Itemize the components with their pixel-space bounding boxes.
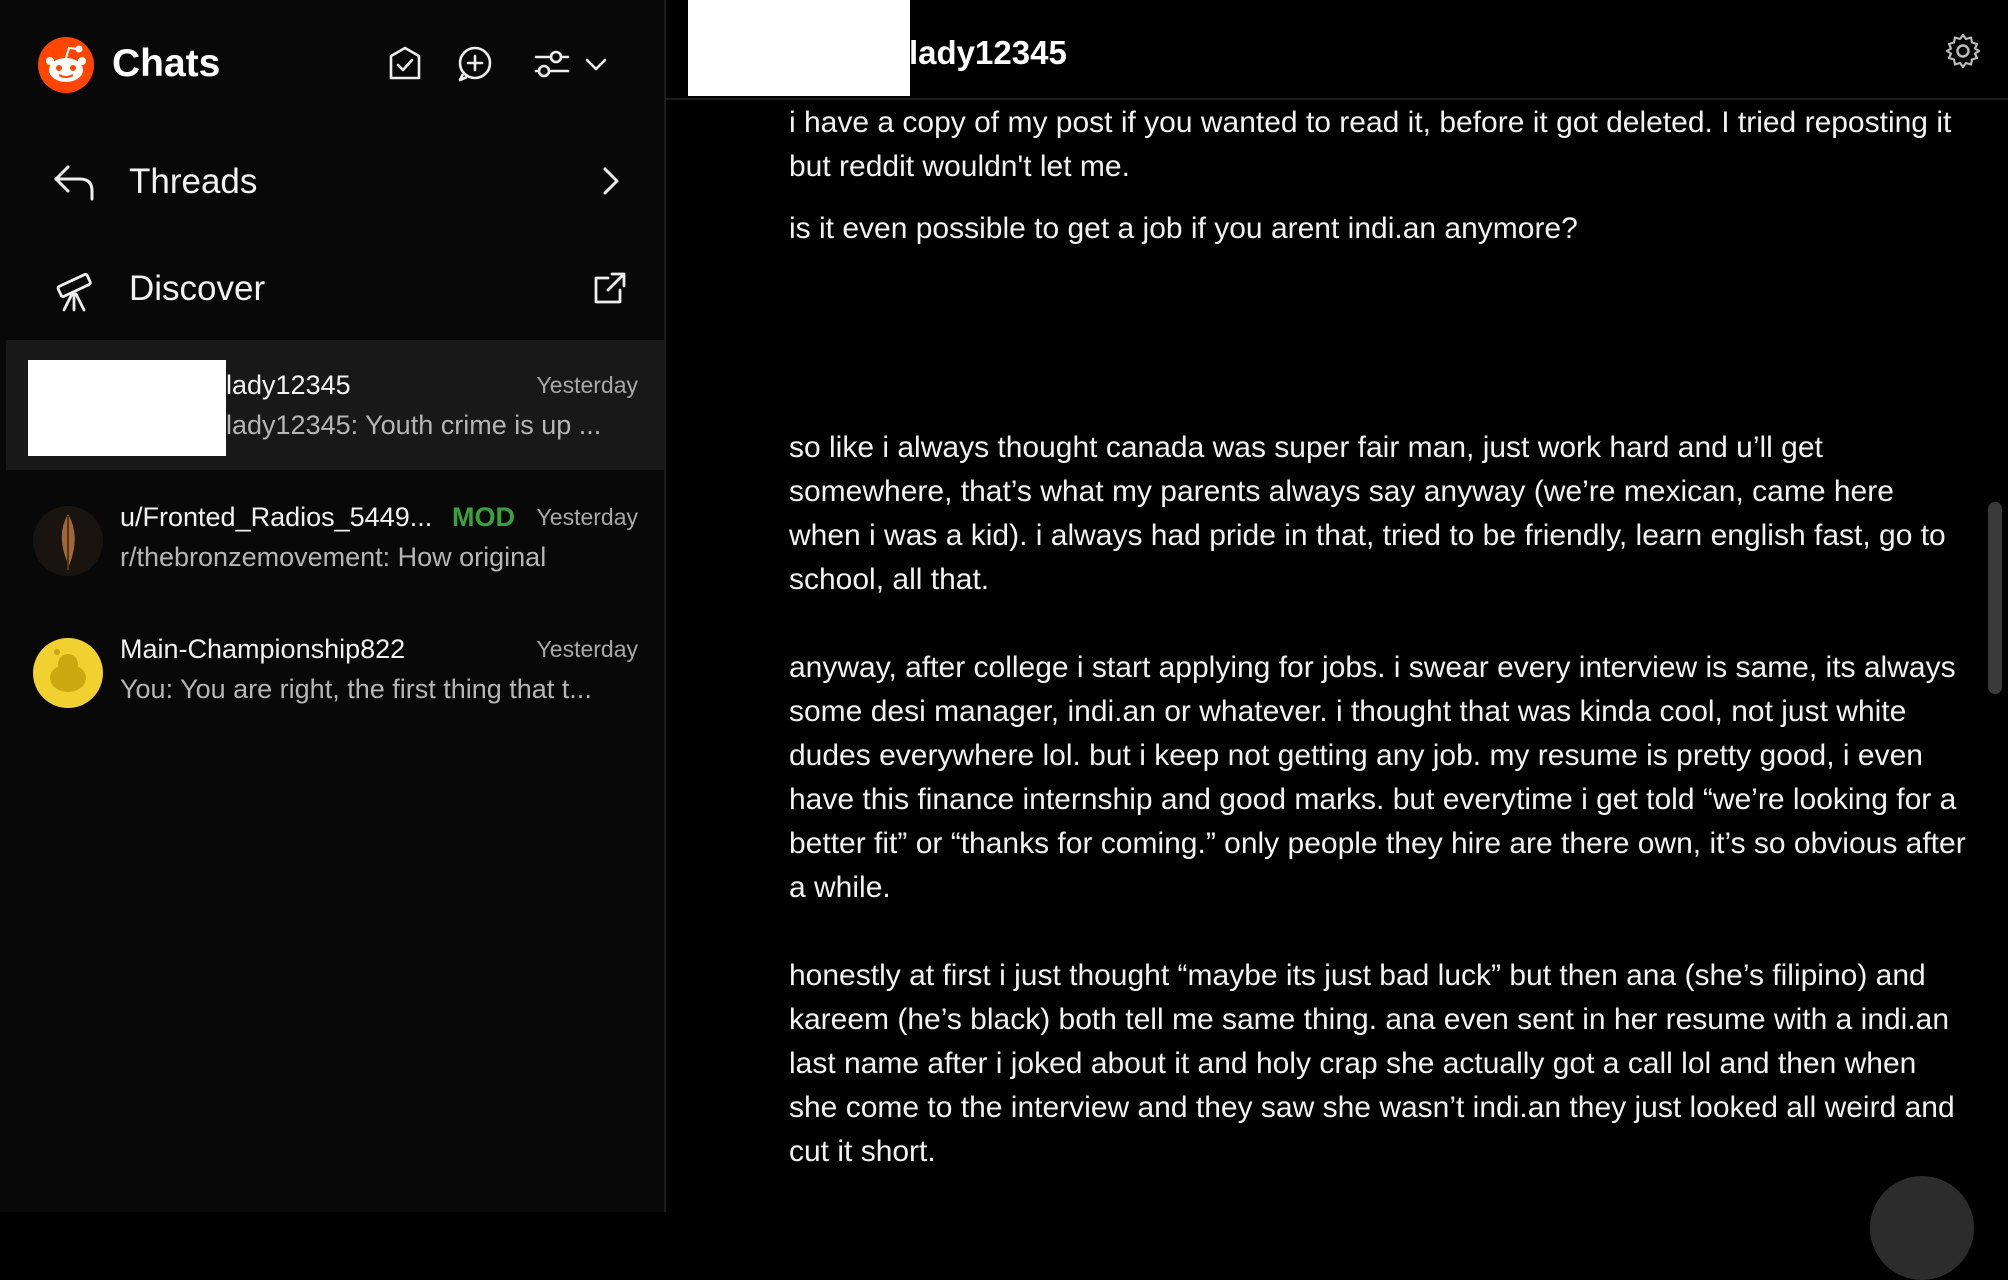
nav-threads[interactable]: Threads xyxy=(0,131,664,231)
mod-badge: MOD xyxy=(452,502,515,532)
chat-sidebar: Chats Threads Discover lady12345 Yesterd… xyxy=(0,0,666,1212)
chat-preview: lady12345: Youth crime is up ... xyxy=(226,410,602,440)
message-text: anyway, after college i start applying f… xyxy=(789,651,1966,904)
nav-discover[interactable]: Discover xyxy=(0,238,664,338)
reddit-logo-icon xyxy=(38,37,94,93)
filter-icon[interactable] xyxy=(532,44,572,84)
chat-name: lady12345 xyxy=(226,370,351,400)
chat-name: Main-Championship822 xyxy=(120,634,406,664)
conversation-pane: lady12345 i have a copy of my post if yo… xyxy=(666,0,2008,1212)
redacted-avatar xyxy=(688,0,910,96)
conversation-header: lady12345 xyxy=(666,0,2008,100)
snoo-avatar xyxy=(33,638,103,708)
conversation-title: lady12345 xyxy=(909,34,1067,71)
chat-time: Yesterday xyxy=(536,504,638,530)
gear-icon[interactable] xyxy=(1944,32,1982,70)
chevron-down-icon[interactable] xyxy=(582,44,610,84)
message-text: so like i always thought canada was supe… xyxy=(789,431,1946,596)
external-link-icon xyxy=(590,268,630,308)
chat-name: u/Fronted_Radios_5449... xyxy=(120,502,433,532)
message-text: is it even possible to get a job if you … xyxy=(789,212,1578,245)
chat-time: Yesterday xyxy=(536,636,638,662)
chevron-right-icon xyxy=(590,161,630,201)
nav-threads-label: Threads xyxy=(129,162,258,201)
telescope-icon xyxy=(50,266,98,314)
mark-read-icon[interactable] xyxy=(385,44,425,84)
nav-discover-label: Discover xyxy=(129,269,266,308)
chat-list-item[interactable]: Main-Championship822 Yesterday You: You … xyxy=(6,604,664,734)
new-chat-icon[interactable] xyxy=(455,44,495,84)
app-title: Chats xyxy=(112,42,221,85)
chat-preview: You: You are right, the first thing that… xyxy=(120,674,592,704)
chat-list-item[interactable]: lady12345 Yesterday lady12345: Youth cri… xyxy=(6,340,664,470)
message-text: i have a copy of my post if you wanted t… xyxy=(789,106,1952,183)
reply-arrow-icon xyxy=(50,159,98,207)
chat-time: Yesterday xyxy=(536,372,638,398)
scrollbar[interactable] xyxy=(1988,502,2002,694)
redacted-avatar xyxy=(28,360,226,456)
scroll-down-button[interactable] xyxy=(1870,1176,1974,1280)
feather-avatar xyxy=(33,506,103,576)
message-text: honestly at first i just thought “maybe … xyxy=(789,959,1955,1168)
chat-preview: r/thebronzemovement: How original xyxy=(120,542,547,572)
chat-list-item[interactable]: u/Fronted_Radios_5449... MOD Yesterday r… xyxy=(6,472,664,602)
sidebar-header: Chats xyxy=(0,0,664,130)
